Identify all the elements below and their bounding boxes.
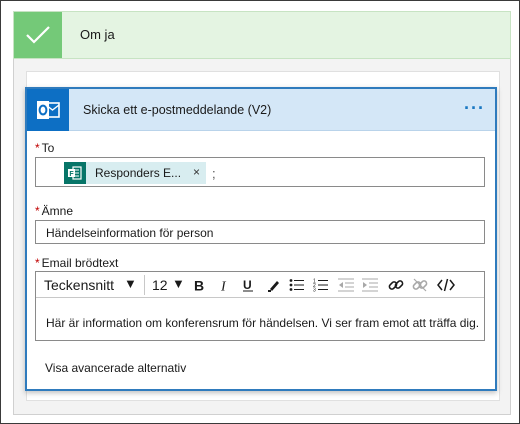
svg-text:B: B xyxy=(194,278,204,292)
subject-label: * Ämne xyxy=(35,204,73,218)
checkmark-icon xyxy=(14,12,62,58)
action-card-header[interactable]: Skicka ett e-postmeddelande (V2) ··· xyxy=(27,89,495,131)
unlink-icon[interactable] xyxy=(410,275,430,295)
to-label-text: To xyxy=(41,141,55,155)
send-email-action-card: Skicka ett e-postmeddelande (V2) ··· * To… xyxy=(25,87,497,391)
chevron-down-icon[interactable]: ▼ xyxy=(172,276,185,291)
required-marker: * xyxy=(35,256,40,270)
outlook-icon xyxy=(27,89,69,131)
bullet-list-icon[interactable] xyxy=(287,275,307,295)
font-size-select[interactable]: 12 xyxy=(152,277,168,293)
to-label: * To xyxy=(35,141,54,155)
svg-text:F: F xyxy=(69,171,74,178)
show-advanced-options-link[interactable]: Visa avancerade alternativ xyxy=(45,361,186,375)
recipient-separator: ; xyxy=(212,166,216,181)
body-rich-text-editor[interactable]: Teckensnitt ▼ 12 ▼ B I U 1 2 3 Här är in… xyxy=(35,271,485,341)
code-view-icon[interactable] xyxy=(436,275,456,295)
condition-yes-header[interactable]: Om ja xyxy=(13,11,511,59)
forms-icon: F xyxy=(64,162,86,184)
body-label: * Email brödtext xyxy=(35,256,118,270)
svg-text:I: I xyxy=(220,280,227,293)
font-family-select[interactable]: Teckensnitt xyxy=(44,277,114,293)
condition-title: Om ja xyxy=(80,27,115,42)
more-options-icon[interactable]: ··· xyxy=(464,98,485,119)
numbered-list-icon[interactable]: 1 2 3 xyxy=(311,275,331,295)
subject-input[interactable]: Händelseinformation för person xyxy=(35,220,485,244)
decrease-indent-icon[interactable] xyxy=(336,275,356,295)
svg-text:3: 3 xyxy=(313,288,316,293)
token-label: Responders E... xyxy=(95,166,182,180)
remove-token-icon[interactable]: × xyxy=(193,165,200,179)
body-text[interactable]: Här är information om konferensrum för h… xyxy=(46,316,479,330)
required-marker: * xyxy=(35,141,40,155)
italic-icon[interactable]: I xyxy=(214,275,234,295)
bold-icon[interactable]: B xyxy=(190,275,210,295)
to-field[interactable]: F Responders E... × ; xyxy=(35,157,485,187)
flow-designer-canvas: Om ja Skicka ett e-postmeddelande (V2) ·… xyxy=(0,0,520,424)
subject-label-text: Ämne xyxy=(41,204,74,218)
action-title: Skicka ett e-postmeddelande (V2) xyxy=(83,103,272,117)
chevron-down-icon[interactable]: ▼ xyxy=(124,276,137,291)
underline-icon[interactable]: U xyxy=(238,275,258,295)
color-pen-icon[interactable] xyxy=(264,275,284,295)
required-marker: * xyxy=(35,204,40,218)
increase-indent-icon[interactable] xyxy=(360,275,380,295)
editor-toolbar: Teckensnitt ▼ 12 ▼ B I U 1 2 3 xyxy=(36,272,484,298)
dynamic-content-token[interactable]: F Responders E... × xyxy=(64,162,206,184)
link-icon[interactable] xyxy=(386,275,406,295)
body-label-text: Email brödtext xyxy=(41,256,119,270)
svg-text:U: U xyxy=(243,278,252,292)
toolbar-divider xyxy=(144,275,145,295)
